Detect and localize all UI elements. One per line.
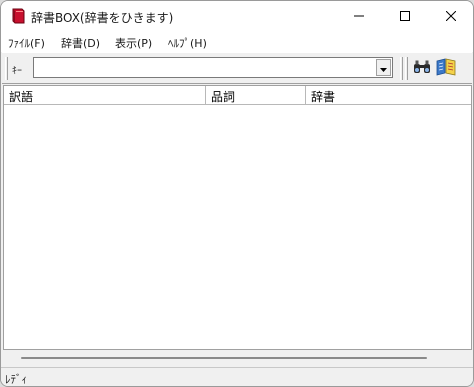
key-combobox[interactable] xyxy=(33,57,393,78)
binoculars-icon xyxy=(413,60,431,77)
toolbar-grip[interactable] xyxy=(400,57,403,80)
combo-dropdown-button[interactable] xyxy=(376,59,391,76)
key-input[interactable] xyxy=(36,59,374,76)
column-header-part-of-speech[interactable]: 品詞 xyxy=(206,86,306,104)
menu-help[interactable]: ﾍﾙﾌﾟ(H) xyxy=(168,35,207,51)
menu-bar: ﾌｧｲﾙ(F) 辞書(D) 表示(P) ﾍﾙﾌﾟ(H) xyxy=(1,32,473,52)
maximize-icon xyxy=(400,10,410,24)
search-button[interactable] xyxy=(412,57,432,79)
dictionary-button[interactable] xyxy=(435,57,457,79)
toolbar-grip[interactable] xyxy=(405,57,408,80)
status-bar: ﾚﾃﾞｨ xyxy=(1,367,473,386)
title-bar[interactable]: 辞書BOX(辞書をひきます) xyxy=(1,1,473,32)
scrollbar-thumb[interactable] xyxy=(21,357,427,359)
maximize-button[interactable] xyxy=(382,1,428,32)
toolbar-grip[interactable] xyxy=(5,57,8,80)
minimize-icon xyxy=(354,10,364,24)
menu-dictionary[interactable]: 辞書(D) xyxy=(61,35,100,51)
menu-view[interactable]: 表示(P) xyxy=(115,35,152,51)
toolbar: ｷｰ xyxy=(2,52,472,84)
list-header: 訳語 品詞 辞書 xyxy=(4,86,471,105)
minimize-button[interactable] xyxy=(336,1,382,32)
column-header-dictionary[interactable]: 辞書 xyxy=(306,86,471,104)
red-book-icon xyxy=(11,8,25,24)
main-window: 辞書BOX(辞書をひきます) ﾌｧｲﾙ(F) 辞書(D) 表示(P) ﾍﾙﾌﾟ(… xyxy=(0,0,474,387)
menu-file[interactable]: ﾌｧｲﾙ(F) xyxy=(8,35,45,51)
status-text: ﾚﾃﾞｨ xyxy=(5,373,27,386)
close-icon xyxy=(445,10,457,24)
open-book-icon xyxy=(436,57,456,79)
chevron-down-icon xyxy=(380,61,387,75)
horizontal-scrollbar[interactable] xyxy=(3,350,472,366)
window-title: 辞書BOX(辞書をひきます) xyxy=(31,11,174,25)
result-list[interactable]: 訳語 品詞 辞書 xyxy=(3,85,472,350)
key-label: ｷｰ xyxy=(12,66,22,77)
column-header-translation[interactable]: 訳語 xyxy=(4,86,206,104)
close-button[interactable] xyxy=(428,1,473,32)
